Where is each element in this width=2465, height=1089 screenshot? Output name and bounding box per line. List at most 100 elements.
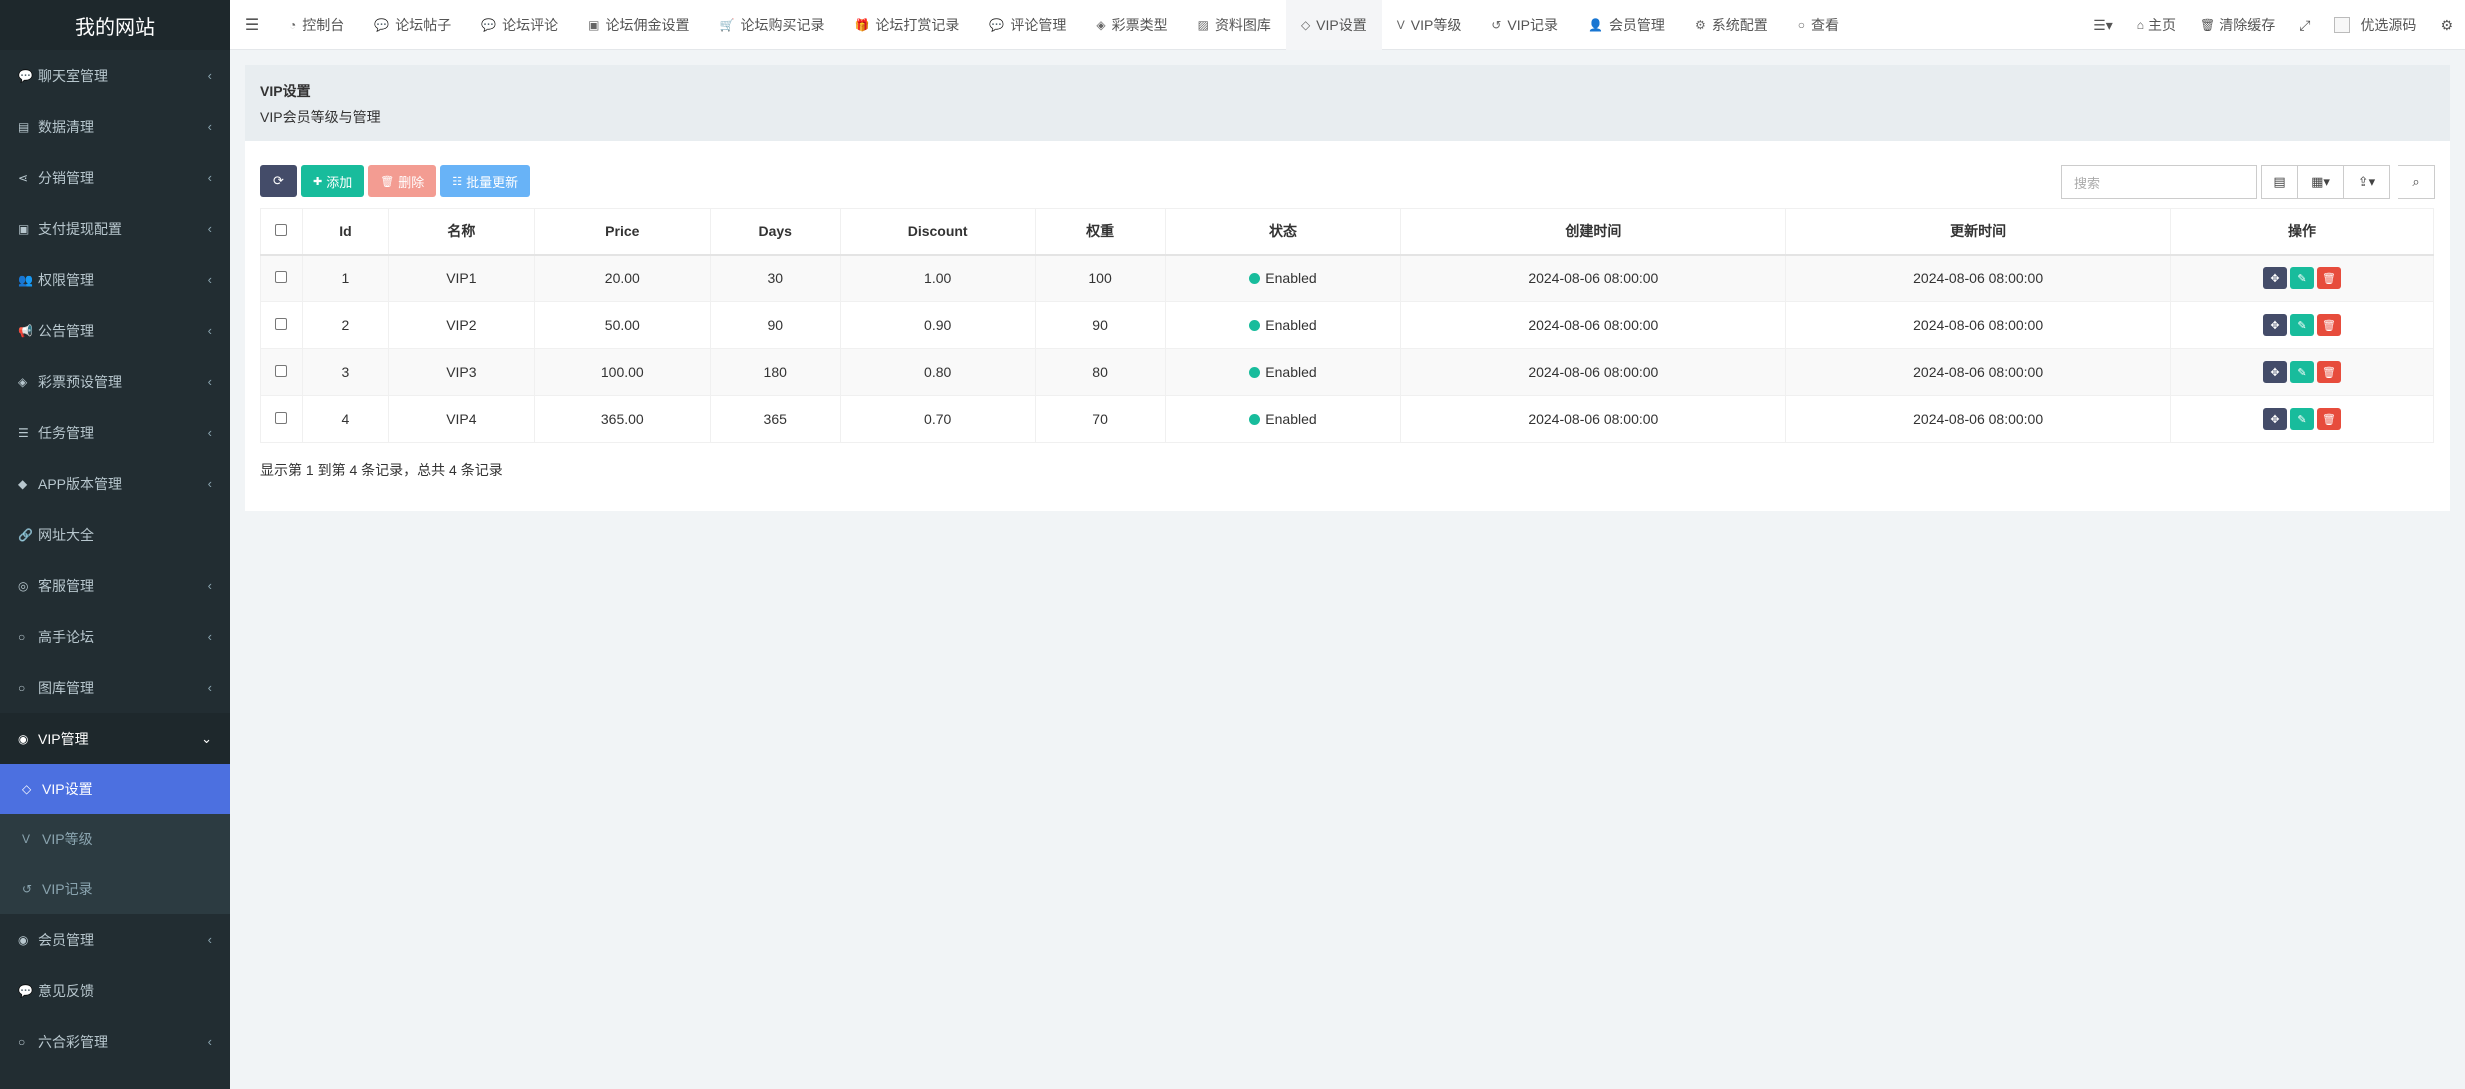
sidebar-item[interactable]: ☰ 任务管理 ‹ (0, 407, 230, 458)
column-header[interactable]: Discount (839, 208, 1036, 256)
column-header[interactable]: Price (533, 208, 711, 256)
row-checkbox[interactable] (275, 318, 288, 330)
sidebar-item[interactable]: ◎ 客服管理 ‹ (0, 560, 230, 611)
column-header[interactable]: Id (301, 208, 389, 256)
circle-icon: ○ (1797, 17, 1805, 32)
column-header[interactable]: 权重 (1034, 208, 1166, 256)
vimeo-icon: V (22, 832, 31, 846)
nav-tab[interactable]: 💬 论坛评论 (466, 0, 573, 50)
sidebar-item[interactable]: ◆ APP版本管理 ‹ (0, 458, 230, 509)
fullscreen-button[interactable]: ⤢ (2287, 17, 2322, 34)
edit-button[interactable]: ✎ (2290, 314, 2315, 336)
sidebar-item[interactable]: ⋖ 分销管理 ‹ (0, 152, 230, 203)
sidebar-item[interactable]: 👥 权限管理 ‹ (0, 254, 230, 305)
delete-row-button[interactable]: 🗑 (2317, 361, 2342, 383)
cell-id: 4 (301, 395, 389, 443)
column-header[interactable]: Days (709, 208, 841, 256)
cell-operations: ✥ ✎ 🗑 (2170, 395, 2434, 443)
sidebar-subitem[interactable]: ◇ VIP设置 (0, 764, 230, 814)
nav-tab[interactable]: 👤 会员管理 (1573, 0, 1680, 50)
row-select-cell (260, 301, 303, 349)
export-dropdown-button[interactable]: ⇪▾ (2344, 165, 2390, 199)
nav-tab[interactable]: ▨ 资料图库 (1183, 0, 1286, 50)
sidebar-item[interactable]: 🔗 网址大全 (0, 509, 230, 560)
home-link[interactable]: ⌂ 主页 (2125, 15, 2188, 35)
nav-tab-label: 会员管理 (1608, 16, 1665, 33)
nav-tab[interactable]: 🛒 论坛购买记录 (705, 0, 840, 50)
drag-sort-button[interactable]: ✥ (2263, 267, 2288, 290)
sidebar-item[interactable]: ○ 图库管理 ‹ (0, 662, 230, 713)
row-actions: ✥ ✎ 🗑 (2263, 408, 2342, 430)
menu-toggle-icon[interactable]: ☰ (230, 15, 274, 35)
add-button[interactable]: ✚ 添加 (301, 165, 365, 197)
sidebar-item[interactable]: ◉ 会员管理 ‹ (0, 914, 230, 965)
site-logo[interactable]: 我的网站 (0, 0, 230, 50)
batch-update-button[interactable]: ☷ 批量更新 (440, 165, 531, 197)
cell-operations: ✥ ✎ 🗑 (2170, 348, 2434, 396)
drag-sort-button[interactable]: ✥ (2263, 314, 2288, 336)
row-checkbox[interactable] (275, 365, 288, 377)
column-header[interactable]: 名称 (387, 208, 535, 256)
nav-tab[interactable]: ▣ 论坛佣金设置 (573, 0, 704, 50)
arrows-icon: ✥ (2270, 413, 2280, 426)
column-header[interactable]: 更新时间 (1785, 208, 2172, 256)
sidebar-item[interactable]: ◈ 彩票预设管理 ‹ (0, 356, 230, 407)
search-button[interactable]: ⌕ (2398, 165, 2435, 199)
column-header[interactable]: 状态 (1164, 208, 1402, 256)
sidebar-item[interactable]: ○ 六合彩管理 ‹ (0, 1016, 230, 1067)
nav-tab[interactable]: 🎁 论坛打赏记录 (839, 0, 974, 50)
ticket-icon: ◈ (1096, 17, 1106, 32)
delete-row-button[interactable]: 🗑 (2317, 314, 2342, 336)
column-header[interactable]: 创建时间 (1400, 208, 1787, 256)
nav-tab[interactable]: ○ 查看 (1783, 0, 1854, 50)
sidebar-item[interactable]: 💬 聊天室管理 ‹ (0, 50, 230, 101)
select-all-checkbox[interactable] (275, 224, 288, 237)
layout-dropdown-button[interactable]: ☰▾ (2081, 17, 2125, 34)
clear-cache-link[interactable]: 🗑 清除缓存 (2188, 15, 2287, 35)
columns-dropdown-button[interactable]: ▦▾ (2298, 165, 2344, 199)
pencil-icon: ✎ (2297, 366, 2307, 379)
sidebar-item[interactable]: ▣ 支付提现配置 ‹ (0, 203, 230, 254)
delete-button[interactable]: 🗑 删除 (368, 165, 437, 197)
edit-button[interactable]: ✎ (2290, 267, 2315, 290)
sidebar-item[interactable]: 📢 公告管理 ‹ (0, 305, 230, 356)
nav-tab[interactable]: ◔ 控制台 (274, 0, 359, 50)
vimeo-icon: V (1396, 17, 1405, 32)
search-input[interactable]: 搜索 (2061, 165, 2257, 199)
toggle-view-button[interactable]: ▤ (2261, 165, 2298, 199)
refresh-button[interactable]: ⟳ (260, 165, 297, 197)
cell-created: 2024-08-06 08:00:00 (1400, 348, 1787, 396)
nav-tab[interactable]: ↺ VIP记录 (1476, 0, 1573, 50)
status-badge: Enabled (1265, 364, 1317, 380)
nav-tab[interactable]: ◈ 彩票类型 (1081, 0, 1182, 50)
sidebar-item[interactable]: ▤ 数据清理 ‹ (0, 101, 230, 152)
settings-button[interactable]: ⚙ (2428, 17, 2465, 34)
drag-sort-button[interactable]: ✥ (2263, 361, 2288, 383)
nav-tab-label: 论坛帖子 (395, 16, 452, 33)
delete-row-button[interactable]: 🗑 (2317, 267, 2342, 290)
sidebar-item[interactable]: ◉ VIP管理 ⌄ (0, 713, 230, 764)
edit-button[interactable]: ✎ (2290, 361, 2315, 383)
nav-tab[interactable]: ◇ VIP设置 (1285, 0, 1382, 50)
cell-updated: 2024-08-06 08:00:00 (1785, 301, 2172, 349)
refresh-icon: ⟳ (273, 173, 284, 188)
sidebar-item[interactable]: 💬 意见反馈 (0, 965, 230, 1016)
nav-tab[interactable]: V VIP等级 (1382, 0, 1477, 50)
sidebar-item[interactable]: ○ 高手论坛 ‹ (0, 611, 230, 662)
home-icon: ⌂ (2136, 18, 2144, 32)
cell-days: 30 (709, 254, 841, 302)
sidebar-subitem[interactable]: ↺ VIP记录 (0, 864, 230, 914)
edit-button[interactable]: ✎ (2290, 408, 2315, 430)
row-checkbox[interactable] (275, 412, 288, 424)
nav-tab[interactable]: 💬 评论管理 (974, 0, 1081, 50)
sidebar-subitem[interactable]: V VIP等级 (0, 814, 230, 864)
column-header[interactable]: 操作 (2170, 208, 2434, 256)
status-dot-icon (1249, 273, 1261, 285)
delete-row-button[interactable]: 🗑 (2317, 408, 2342, 430)
nav-tab[interactable]: ⚙ 系统配置 (1680, 0, 1783, 50)
user-menu[interactable]: 优选源码 (2322, 15, 2428, 35)
nav-tab[interactable]: 💬 论坛帖子 (359, 0, 466, 50)
drag-sort-button[interactable]: ✥ (2263, 408, 2288, 430)
chevron-left-icon: ‹ (207, 932, 212, 947)
row-checkbox[interactable] (275, 271, 288, 284)
